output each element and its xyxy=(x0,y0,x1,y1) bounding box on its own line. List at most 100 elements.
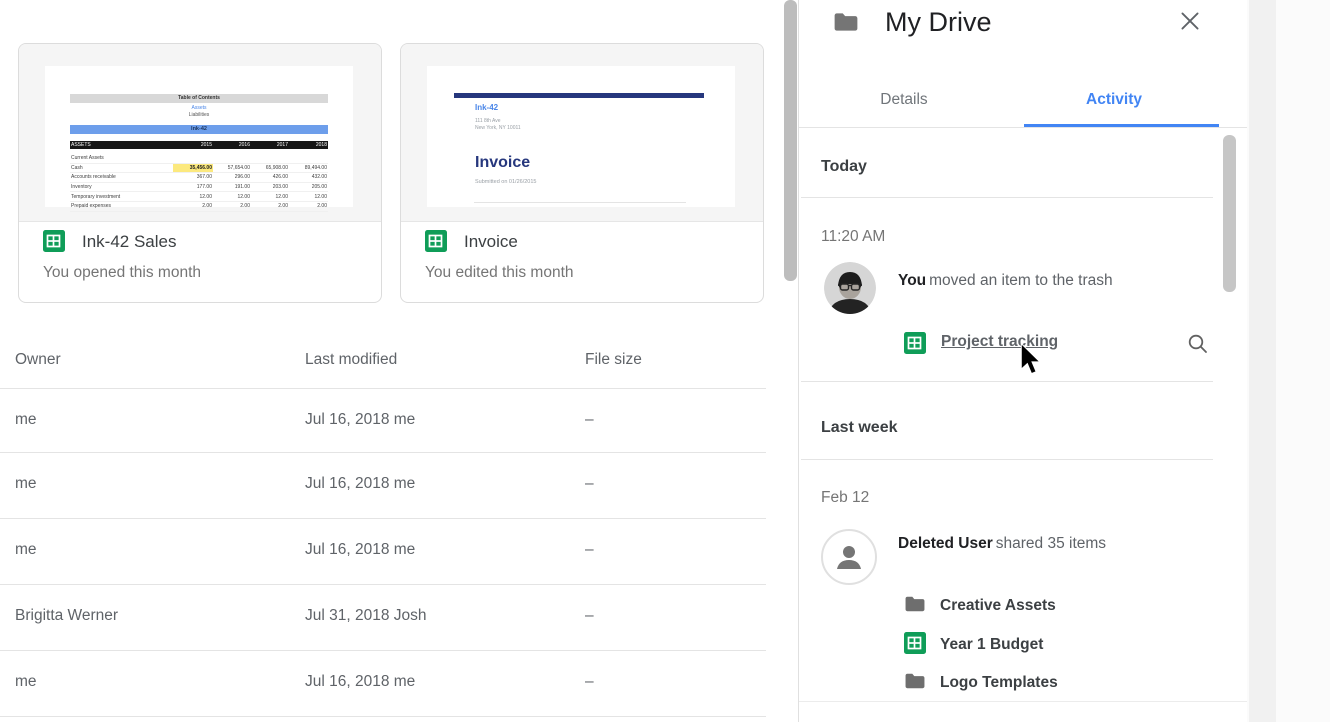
cell-file-size: – xyxy=(585,475,594,493)
card-title: Invoice xyxy=(464,231,518,253)
cell-file-size: – xyxy=(585,607,594,625)
event-action: moved an item to the trash xyxy=(929,272,1113,289)
sheet-banner: Ink-42 xyxy=(70,125,328,134)
sheet-cell: 426.00 xyxy=(251,173,289,183)
column-header-owner: Owner xyxy=(15,351,61,369)
sheet-cell: 2.00 xyxy=(289,201,328,211)
sheets-file-icon xyxy=(904,332,926,359)
invoice-submitted: Submitted on 01/26/2015 xyxy=(475,179,536,185)
sheet-header-row: ASSETS 2015 2016 2017 2018 xyxy=(70,141,328,149)
activity-event-text: Deleted Usershared 35 items xyxy=(898,535,1106,553)
event-actor: Deleted User xyxy=(898,535,993,552)
invoice-company: Ink-42 xyxy=(475,103,498,112)
sheets-file-icon xyxy=(43,230,65,252)
sheet-header-cell: 2017 xyxy=(251,141,289,149)
event-action: shared 35 items xyxy=(996,535,1106,552)
quick-access-card-ink42-sales[interactable]: Table of Contents Assets Liabilities Ink… xyxy=(18,43,382,303)
sheets-file-icon xyxy=(904,632,926,659)
sheet-cell: 12.00 xyxy=(213,192,251,202)
sheet-header-cell: 2018 xyxy=(289,141,328,149)
tabbar-divider xyxy=(799,127,1248,128)
event-actor: You xyxy=(898,272,926,289)
close-icon[interactable] xyxy=(1177,8,1205,36)
cell-file-size: – xyxy=(585,673,594,691)
file-row[interactable]: me Jul 16, 2018 me – xyxy=(0,389,766,453)
sheet-cell: 432.00 xyxy=(289,173,328,183)
section-header-last-week: Last week xyxy=(821,419,897,437)
sheet-cell: Temporary investment xyxy=(70,192,173,202)
invoice-thumbnail: Ink-42 111 8th Ave New York, NY 10011 In… xyxy=(401,44,763,222)
sheet-cell: Prepaid expenses xyxy=(70,201,173,211)
sheet-toc-link-assets: Assets xyxy=(70,105,328,112)
panel-bottom-divider xyxy=(799,701,1248,702)
right-gutter-band xyxy=(1249,0,1276,722)
sheet-cell: Accounts receivable xyxy=(70,173,173,183)
file-row[interactable]: me Jul 16, 2018 me – xyxy=(0,519,766,583)
sheet-cell: 177.00 xyxy=(173,182,213,192)
sheet-cell-highlighted: 35,456.00 xyxy=(173,163,213,173)
user-avatar-photo xyxy=(824,262,876,314)
sheet-cell: 12.00 xyxy=(251,192,289,202)
folder-icon xyxy=(833,11,859,38)
sheet-cell: 57,654.00 xyxy=(213,163,251,173)
sheet-header-cell: ASSETS xyxy=(70,141,173,149)
mouse-cursor-icon xyxy=(1019,343,1043,382)
cell-owner: me xyxy=(15,475,37,493)
search-icon[interactable] xyxy=(1187,333,1209,355)
sheet-cell: Current Assets xyxy=(70,154,173,163)
shared-item-year-1-budget[interactable]: Year 1 Budget xyxy=(904,633,1043,657)
sheet-header-cell: 2016 xyxy=(213,141,251,149)
cell-last-modified: Jul 31, 2018 Josh xyxy=(305,607,427,625)
shared-item-label: Logo Templates xyxy=(940,674,1058,692)
file-row[interactable]: me Jul 16, 2018 me – xyxy=(0,651,766,715)
column-header-file-size: File size xyxy=(585,351,642,369)
quick-access-card-invoice[interactable]: Ink-42 111 8th Ave New York, NY 10011 In… xyxy=(400,43,764,303)
sheet-cell: 296.00 xyxy=(213,173,251,183)
event-file-row: Project tracking xyxy=(904,330,1214,356)
shared-item-label: Creative Assets xyxy=(940,597,1056,615)
tab-activity[interactable]: Activity xyxy=(1009,88,1219,128)
cell-file-size: – xyxy=(585,541,594,559)
sheet-cell: 191.00 xyxy=(213,182,251,192)
sheet-cell xyxy=(213,154,251,163)
sheet-cell: 2.00 xyxy=(173,201,213,211)
cell-owner: Brigitta Werner xyxy=(15,607,118,625)
cell-owner: me xyxy=(15,541,37,559)
deleted-user-avatar xyxy=(821,529,877,585)
sheet-cell: 203.00 xyxy=(251,182,289,192)
google-drive-app: Table of Contents Assets Liabilities Ink… xyxy=(0,0,1330,722)
row-divider xyxy=(0,716,766,717)
spreadsheet-thumbnail: Table of Contents Assets Liabilities Ink… xyxy=(19,44,381,222)
invoice-divider xyxy=(474,202,686,203)
folder-icon xyxy=(904,672,926,695)
sheet-cell: 205.00 xyxy=(289,182,328,192)
card-subtitle: You opened this month xyxy=(43,264,201,282)
shared-item-logo-templates[interactable]: Logo Templates xyxy=(904,671,1058,695)
file-row[interactable]: Brigitta Werner Jul 31, 2018 Josh – xyxy=(0,585,766,649)
sheet-cell: 12.00 xyxy=(173,192,213,202)
card-subtitle: You edited this month xyxy=(425,264,574,282)
sheet-cell xyxy=(289,154,328,163)
activity-event-text: Youmoved an item to the trash xyxy=(898,272,1113,290)
section-divider xyxy=(801,459,1213,460)
sheet-cell xyxy=(251,154,289,163)
card-title: Ink-42 Sales xyxy=(82,231,177,253)
sheet-cell: Inventory xyxy=(70,182,173,192)
panel-scrollbar[interactable] xyxy=(1223,135,1236,292)
sheet-toc-link-liabilities: Liabilities xyxy=(70,112,328,119)
cell-last-modified: Jul 16, 2018 me xyxy=(305,673,415,691)
sheet-cell: 2.00 xyxy=(213,201,251,211)
invoice-address-line2: New York, NY 10011 xyxy=(475,125,521,131)
sheet-data-rows: Current Assets Cash 35,456.00 57,654.00 … xyxy=(70,154,328,212)
section-divider xyxy=(801,197,1213,198)
main-scrollbar[interactable] xyxy=(784,0,797,281)
file-row[interactable]: me Jul 16, 2018 me – xyxy=(0,453,766,517)
event-time: 11:20 AM xyxy=(821,228,885,246)
sheet-header-cell: 2015 xyxy=(173,141,213,149)
panel-title: My Drive xyxy=(885,7,992,38)
shared-item-label: Year 1 Budget xyxy=(940,636,1043,654)
sheet-cell: Cash xyxy=(70,163,173,173)
sheet-cell: 65,908.00 xyxy=(251,163,289,173)
tab-details[interactable]: Details xyxy=(799,88,1009,128)
shared-item-creative-assets[interactable]: Creative Assets xyxy=(904,594,1056,618)
